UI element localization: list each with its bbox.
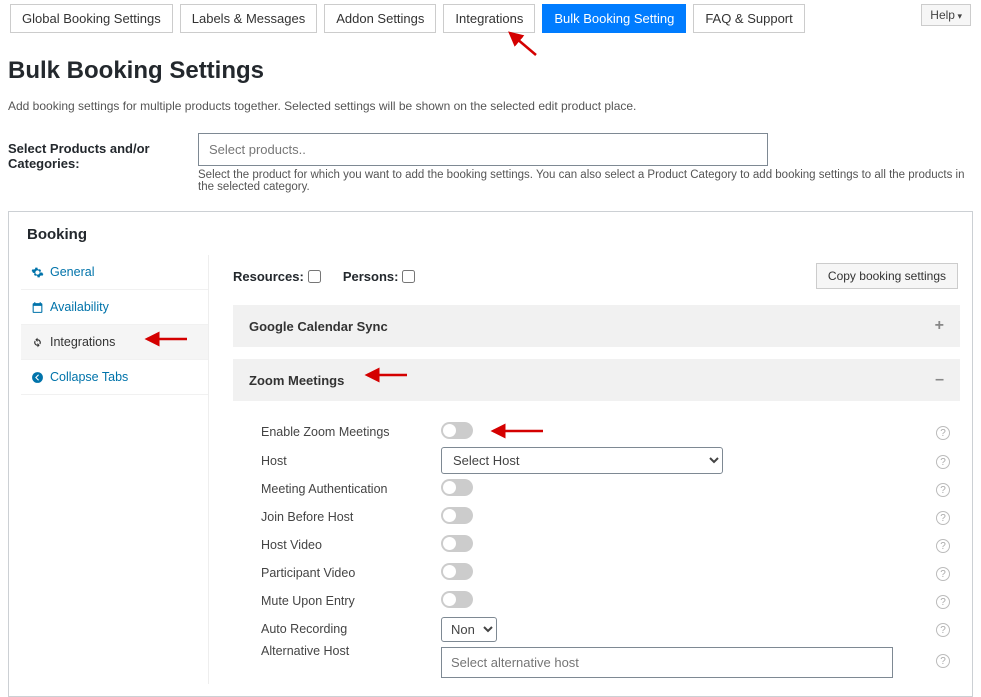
resources-checkbox-wrap[interactable]: Resources: [233,269,321,284]
host-video-label: Host Video [261,538,441,552]
resources-label: Resources: [233,269,304,284]
accordion-title: Google Calendar Sync [249,319,388,334]
sidebar: General Availability Integrations Collap… [21,255,209,684]
booking-panel: Booking General Availability Integration… [8,211,973,697]
meeting-auth-label: Meeting Authentication [261,482,441,496]
tab-integrations[interactable]: Integrations [443,4,535,33]
enable-zoom-label: Enable Zoom Meetings [261,425,441,439]
help-icon[interactable]: ? [936,511,950,525]
sidebar-item-label: Integrations [50,335,115,349]
select-products-input[interactable]: Select products.. [198,133,768,166]
select-products-label: Select Products and/or Categories: [8,133,198,171]
mute-upon-entry-toggle[interactable] [441,591,473,608]
plus-icon: + [935,317,944,335]
annotation-arrow-icon [487,422,547,440]
help-icon[interactable]: ? [936,654,950,668]
sidebar-item-label: Availability [50,300,109,314]
page-description: Add booking settings for multiple produc… [8,99,981,113]
host-video-toggle[interactable] [441,535,473,552]
alternative-host-label: Alternative Host [261,644,441,658]
top-tabs: Global Booking Settings Labels & Message… [6,0,975,33]
help-icon[interactable]: ? [936,483,950,497]
accordion-zoom-meetings[interactable]: Zoom Meetings – [233,359,960,401]
refresh-icon [31,336,44,349]
gear-icon [31,266,44,279]
persons-checkbox[interactable] [402,270,415,283]
auto-recording-label: Auto Recording [261,622,441,636]
persons-label: Persons: [343,269,399,284]
calendar-icon [31,301,44,314]
accordion-title: Zoom Meetings [249,373,344,388]
sidebar-item-availability[interactable]: Availability [21,290,208,325]
copy-booking-button[interactable]: Copy booking settings [816,263,958,289]
accordion-google-calendar[interactable]: Google Calendar Sync + [233,305,960,347]
mute-upon-entry-label: Mute Upon Entry [261,594,441,608]
persons-checkbox-wrap[interactable]: Persons: [343,269,416,284]
meeting-auth-toggle[interactable] [441,479,473,496]
tab-global-booking[interactable]: Global Booking Settings [10,4,173,33]
sidebar-item-general[interactable]: General [21,255,208,290]
host-label: Host [261,454,441,468]
sidebar-item-integrations[interactable]: Integrations [21,325,208,360]
help-button[interactable]: Help [921,4,971,26]
annotation-arrow-icon [361,366,411,384]
join-before-host-label: Join Before Host [261,510,441,524]
minus-icon: – [935,371,944,389]
auto-recording-select[interactable]: None [441,617,497,642]
host-select[interactable]: Select Host [441,447,723,474]
help-icon[interactable]: ? [936,426,950,440]
select-products-help: Select the product for which you want to… [198,169,981,193]
help-icon[interactable]: ? [936,455,950,469]
tab-addon-settings[interactable]: Addon Settings [324,4,436,33]
page-title: Bulk Booking Settings [8,57,981,85]
sidebar-item-collapse[interactable]: Collapse Tabs [21,360,208,395]
help-icon[interactable]: ? [936,567,950,581]
sidebar-item-label: Collapse Tabs [50,370,128,384]
help-icon[interactable]: ? [936,623,950,637]
join-before-host-toggle[interactable] [441,507,473,524]
tab-labels-messages[interactable]: Labels & Messages [180,4,317,33]
sidebar-item-label: General [50,265,94,279]
annotation-arrow-icon [141,330,191,348]
zoom-settings-body: Enable Zoom Meetings ? Host Select Host … [233,413,960,684]
booking-heading: Booking [21,224,93,251]
resources-checkbox[interactable] [308,270,321,283]
annotation-arrow-icon [502,29,540,59]
participant-video-label: Participant Video [261,566,441,580]
tab-bulk-booking[interactable]: Bulk Booking Setting [542,4,686,33]
help-icon[interactable]: ? [936,595,950,609]
participant-video-toggle[interactable] [441,563,473,580]
enable-zoom-toggle[interactable] [441,422,473,439]
tab-faq-support[interactable]: FAQ & Support [693,4,804,33]
alternative-host-input[interactable] [441,647,893,678]
help-icon[interactable]: ? [936,539,950,553]
chevron-left-icon [31,371,44,384]
